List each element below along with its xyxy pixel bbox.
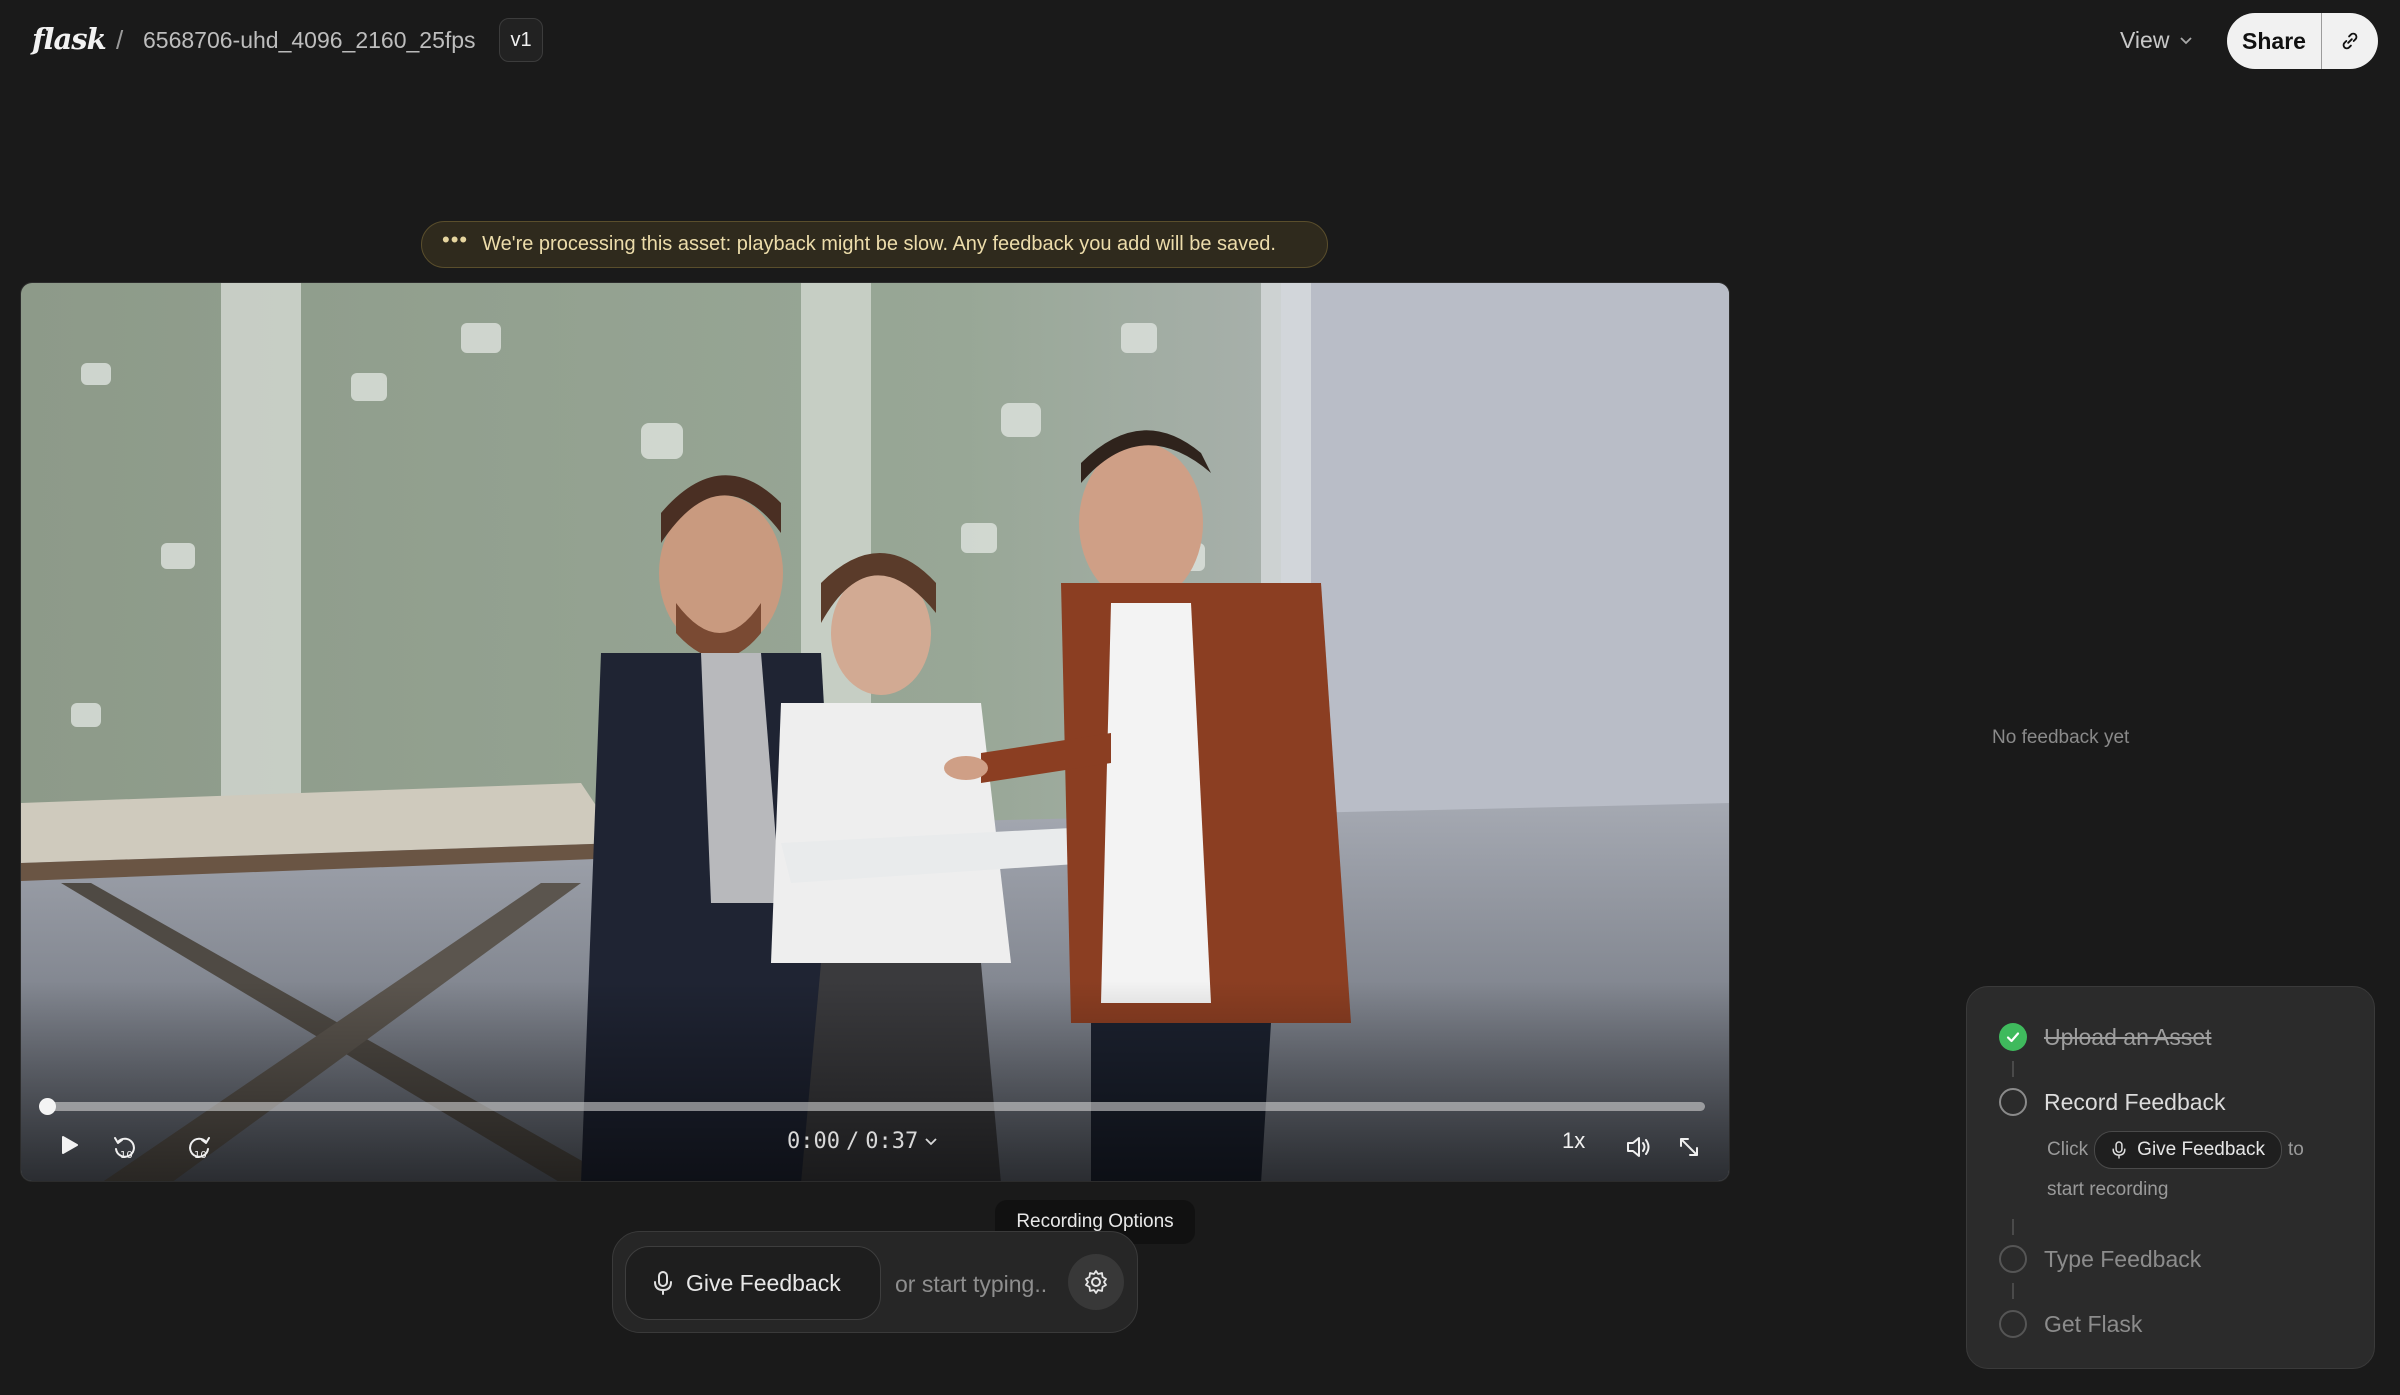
feedback-empty-state: No feedback yet [1992,727,2130,748]
play-button[interactable] [51,1127,87,1163]
link-icon [2342,32,2358,50]
record-hint-line2: start recording [2047,1179,2169,1200]
time-display[interactable]: 0:00 / 0:37 [787,1129,938,1154]
step-label: Get Flask [2044,1310,2143,1337]
forward-10-icon: 10 [189,1137,210,1161]
step-upload-asset[interactable]: Upload an Asset [1999,1023,2212,1051]
give-feedback-label: Give Feedback [686,1269,841,1296]
step-label: Record Feedback [2044,1088,2226,1115]
progress-track[interactable] [45,1102,1705,1111]
step-get-flask[interactable]: Get Flask [1999,1310,2142,1338]
svg-text:10: 10 [120,1150,133,1161]
processing-dots-icon: ••• [442,226,469,252]
view-label: View [2120,27,2170,53]
step-label: Type Feedback [2044,1245,2202,1272]
processing-banner-text: We're processing this asset: playback mi… [482,233,1276,255]
step-connector [2012,1061,2014,1077]
hint-give-feedback-chip[interactable]: Give Feedback [2094,1131,2282,1169]
breadcrumb-file-name[interactable]: 6568706-uhd_4096_2160_25fps [143,27,476,54]
time-total: 0:37 [865,1129,919,1154]
playback-speed-button[interactable]: 1x [1562,1128,1585,1154]
breadcrumb-separator: / [116,25,124,55]
rewind-10-button[interactable]: 10 [105,1127,145,1167]
hint-prefix: Click [2047,1139,2089,1160]
share-button[interactable]: Share [2227,13,2322,69]
hint-chip-label: Give Feedback [2137,1139,2265,1160]
video-player[interactable]: 10 10 0:00 / 0:37 1x [20,282,1730,1182]
empty-circle-icon [1999,1245,2027,1273]
processing-banner: ••• We're processing this asset: playbac… [421,221,1328,268]
hint-suffix: to [2287,1139,2304,1160]
chevron-down-icon [2180,36,2193,44]
step-label: Upload an Asset [2044,1023,2212,1050]
onboarding-checklist: Upload an Asset Record Feedback Click Gi… [1966,986,2375,1369]
microphone-icon [654,1271,672,1295]
recording-options-button[interactable] [1068,1254,1124,1310]
feedback-text-input[interactable] [883,1252,1083,1316]
time-current: 0:00 [787,1129,840,1154]
share-group: Share [2227,13,2378,69]
step-type-feedback[interactable]: Type Feedback [1999,1245,2201,1273]
volume-icon [1627,1137,1650,1157]
empty-circle-icon [1999,1310,2027,1338]
top-bar: flask / 6568706-uhd_4096_2160_25fps v1 V… [0,0,2400,84]
feedback-bar: Give Feedback [612,1231,1138,1333]
view-menu-button[interactable]: View [2120,27,2193,54]
progress-handle[interactable] [39,1098,56,1115]
chevron-down-icon [925,1137,937,1145]
play-icon [62,1136,78,1154]
version-badge[interactable]: v1 [499,18,543,62]
rewind-10-icon: 10 [114,1137,135,1161]
volume-button[interactable] [1619,1127,1659,1167]
svg-text:10: 10 [194,1150,207,1161]
fullscreen-icon [1680,1138,1698,1156]
gear-icon [1085,1270,1107,1294]
forward-10-button[interactable]: 10 [179,1127,219,1167]
step-connector [2012,1283,2014,1299]
step-record-feedback[interactable]: Record Feedback [1999,1088,2226,1116]
step-connector [2012,1219,2014,1235]
copy-link-button[interactable] [2322,13,2378,69]
empty-circle-icon [1999,1088,2027,1116]
time-separator: / [845,1129,860,1154]
checkmark-icon [1999,1023,2027,1051]
record-hint: Click Give Feedback to [2047,1131,2304,1169]
app-logo[interactable]: flask [32,22,107,56]
fullscreen-button[interactable] [1669,1127,1709,1167]
give-feedback-button[interactable]: Give Feedback [625,1246,881,1320]
microphone-icon [2112,1141,2126,1159]
